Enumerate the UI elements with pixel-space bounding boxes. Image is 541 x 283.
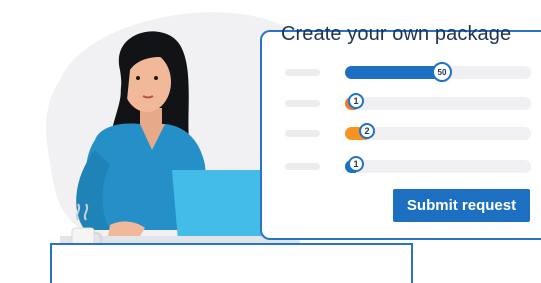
option-slider-fill [345, 66, 442, 79]
option-slider-knob[interactable]: 1 [348, 156, 364, 172]
option-slider-track[interactable]: 1 [345, 156, 531, 173]
option-slider-knob[interactable]: 1 [348, 93, 364, 109]
option-slider-track[interactable]: 50 [345, 62, 531, 82]
option-slider-track[interactable]: 1 [345, 93, 531, 110]
option-label-placeholder [285, 69, 320, 76]
submit-request-button[interactable]: Submit request [393, 189, 530, 222]
option-label-placeholder [285, 130, 320, 137]
option-row-4: 1 [0, 156, 541, 174]
option-label-placeholder [285, 163, 320, 170]
option-row-1: 50 [0, 62, 541, 82]
bottom-panel [50, 243, 413, 283]
option-slider-track[interactable]: 2 [345, 123, 531, 140]
option-slider-knob[interactable]: 2 [359, 123, 375, 139]
option-row-2: 1 [0, 93, 541, 111]
option-slider-knob[interactable]: 50 [432, 62, 452, 82]
laptop-screen [172, 170, 262, 240]
option-row-3: 2 [0, 123, 541, 141]
card-title: Create your own package [281, 23, 512, 45]
option-label-placeholder [285, 100, 320, 107]
